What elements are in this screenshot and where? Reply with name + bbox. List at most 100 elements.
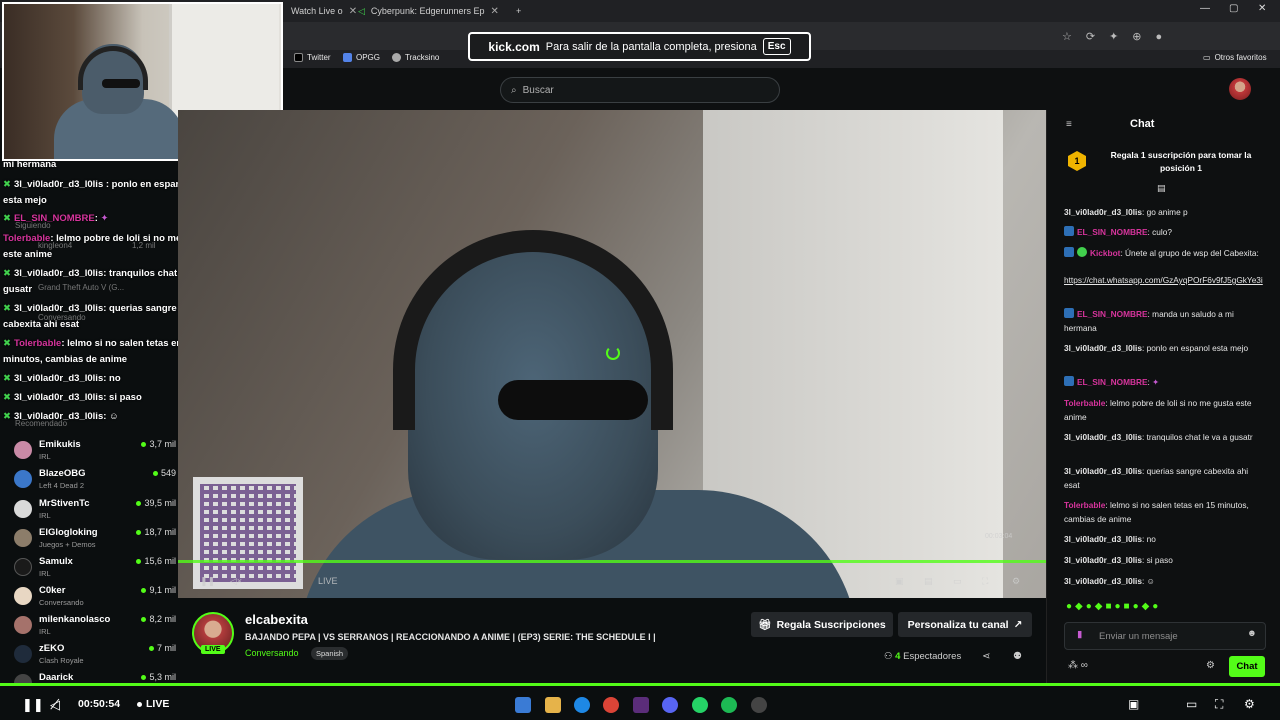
maximize-button[interactable]: ▢ [1229, 3, 1238, 14]
chat-title: Chat [1130, 118, 1155, 130]
chat-tools-icon[interactable]: ⁂ ∞ [1068, 660, 1088, 671]
pip-icon[interactable]: ▭ [1186, 697, 1197, 711]
settings-icon[interactable]: ⚙ [1244, 697, 1255, 711]
sidebar-channel[interactable]: Samulx IRL 15,6 mil [14, 556, 176, 584]
sidebar-channel[interactable]: zEKO Clash Royale 7 mil [14, 643, 176, 671]
volume-icon[interactable]: ◁× [230, 576, 242, 587]
pause-button[interactable]: ❚❚ [22, 697, 44, 713]
browser-toolbar-icons[interactable]: ☆⟳✦⊕● [1062, 30, 1176, 43]
bookmark-tracksino[interactable]: Tracksino [392, 53, 439, 62]
theater-mode-icon[interactable]: ▣ [1128, 697, 1139, 711]
settings-icon[interactable]: ⚙ [1012, 576, 1020, 587]
sidebar-channel[interactable]: ElGlogloking Juegos + Demos 18,7 mil [14, 527, 176, 555]
channel-avatar [14, 529, 32, 547]
channel-viewers: 5,3 mil [141, 672, 176, 682]
search-placeholder: Buscar [522, 84, 554, 96]
chat-link[interactable]: https://chat.whatsapp.com/GzAyqPOrF6v9fJ… [1064, 274, 1264, 288]
whatsapp-link[interactable]: https://chat.whatsapp.com/GzAyqPOrF6v9fJ… [1064, 275, 1263, 285]
sidebar-channel[interactable]: BlazeOBG Left 4 Dead 2 549 [14, 468, 176, 496]
channel-viewers: 8,2 mil [141, 614, 176, 624]
customize-channel-button[interactable]: Personaliza tu canal ↗ [898, 612, 1032, 637]
chrome-icon[interactable] [603, 697, 619, 713]
video-player[interactable]: 00:03:04 ❚❚ ◁× LIVE ▣ ▤ ▭ ⛶ ⚙ [178, 110, 1046, 598]
overlay-chat-line: ✖ 3l_vi0lad0r_d3_l0lis: ☺ [3, 409, 178, 425]
channel-avatar [14, 616, 32, 634]
chat-send-button[interactable]: Chat [1229, 656, 1265, 677]
chat-input-placeholder: Enviar un mensaje [1099, 630, 1178, 642]
sidebar-channel[interactable]: milenkanolasco IRL 8,2 mil [14, 614, 176, 642]
mute-button[interactable]: ◁̸ [50, 697, 60, 713]
spotify-icon[interactable] [721, 697, 737, 713]
channel-viewers: 3,7 mil [141, 439, 176, 449]
emote-bar[interactable]: ●◆●◆■●■●◆● [1066, 601, 1161, 612]
sidebar-channel[interactable]: MrStivenTc IRL 39,5 mil [14, 498, 176, 526]
bookmark-twitter[interactable]: Twitter [294, 53, 331, 62]
share-icon[interactable]: ⋖ [982, 651, 990, 662]
chat-user[interactable]: EL_SIN_NOMBRE [1077, 227, 1148, 237]
tab-close-icon[interactable]: ✕ [491, 6, 499, 17]
fullscreen-icon[interactable]: ⛶ [1215, 697, 1223, 712]
gift-subs-button[interactable]: 🎁︎ Regala Suscripciones [751, 612, 893, 637]
discord-icon[interactable] [662, 697, 678, 713]
chat-settings-icon[interactable]: ⚙ [1206, 660, 1215, 671]
chat-text: : si paso [1141, 555, 1173, 565]
whatsapp-icon[interactable] [692, 697, 708, 713]
overlay-chat-text: : si paso [103, 392, 142, 403]
live-badge: LIVE [201, 645, 225, 654]
chat-user[interactable]: EL_SIN_NOMBRE [1077, 309, 1148, 319]
stream-category[interactable]: Conversando [245, 648, 299, 658]
chat-user[interactable]: 3l_vi0lad0r_d3_l0lis [1064, 343, 1142, 353]
video-timestamp: 00:03:04 [985, 533, 1013, 540]
tracksino-icon [392, 53, 401, 62]
user-avatar[interactable] [1229, 78, 1251, 100]
overlay-chat-line: ✖ 3l_vi0lad0r_d3_l0lis: si paso [3, 390, 178, 406]
pause-icon[interactable]: ❚❚ [200, 576, 215, 587]
channel-name: ElGlogloking [39, 527, 98, 538]
verified-icon [1077, 247, 1087, 257]
language-tag[interactable]: Spanish [311, 647, 349, 660]
file-explorer-icon[interactable] [545, 697, 561, 713]
clip-icon[interactable]: ▤ [924, 576, 933, 587]
chat-user[interactable]: 3l_vi0lad0r_d3_l0lis [1064, 576, 1142, 586]
pip-icon[interactable]: ▣ [895, 576, 904, 587]
chat-user[interactable]: Tolerbable [1064, 500, 1105, 510]
chat-user[interactable]: EL_SIN_NOMBRE [1077, 377, 1148, 387]
chat-input[interactable]: ▮ Enviar un mensaje ☻ [1064, 622, 1266, 650]
search-input[interactable]: ⌕ Buscar [500, 77, 780, 103]
sidebar-channel[interactable]: Emikukis IRL 3,7 mil [14, 439, 176, 467]
close-window-button[interactable]: ✕ [1258, 3, 1266, 14]
twitch-icon[interactable] [633, 697, 649, 713]
chat-user[interactable]: 3l_vi0lad0r_d3_l0lis [1064, 432, 1142, 442]
channel-viewers: 15,6 mil [136, 556, 176, 566]
new-tab-button[interactable]: + [508, 2, 529, 20]
emoji-icon[interactable]: ☻ [1247, 628, 1257, 639]
chat-user[interactable]: 3l_vi0lad0r_d3_l0lis [1064, 466, 1142, 476]
gift-leaderboard-banner[interactable]: 1 Regala 1 suscripción para tomar la pos… [1056, 145, 1272, 183]
windows-start-icon[interactable] [515, 697, 531, 713]
chat-user[interactable]: 3l_vi0lad0r_d3_l0lis [1064, 555, 1142, 565]
live-indicator: LIVE [318, 576, 338, 586]
minimize-button[interactable]: — [1200, 3, 1210, 14]
collapse-chat-icon[interactable]: ≡ [1066, 119, 1072, 130]
fullscreen-icon[interactable]: ⛶ [982, 576, 988, 587]
bookmark-opgg[interactable]: OPGG [343, 53, 380, 62]
chat-user[interactable]: 3l_vi0lad0r_d3_l0lis [1064, 207, 1142, 217]
chat-user[interactable]: 3l_vi0lad0r_d3_l0lis [1064, 534, 1142, 544]
obs-icon[interactable] [751, 697, 767, 713]
chat-user[interactable]: Tolerbable [1064, 398, 1105, 408]
theater-icon[interactable]: ▭ [953, 576, 962, 587]
follow-icon[interactable]: ⚉ [1013, 651, 1022, 662]
channel-name[interactable]: elcabexita [245, 612, 308, 627]
other-bookmarks[interactable]: ▭ Otros favoritos [1203, 53, 1267, 62]
sidebar-channel[interactable]: C0ker Conversando 9,1 mil [14, 585, 176, 613]
overlay-chat-user: 3l_vi0lad0r_d3_l0lis [13, 303, 104, 314]
kick-icon: ✖ [3, 338, 11, 349]
video-progress-bar[interactable] [178, 560, 1046, 563]
chat-message: 3l_vi0lad0r_d3_l0lis: no [1064, 533, 1264, 547]
badge-icon [1064, 308, 1074, 318]
chat-user[interactable]: Kickbot [1090, 248, 1120, 258]
chat-message: 3l_vi0lad0r_d3_l0lis: ☺ [1064, 575, 1264, 589]
edge-icon[interactable] [574, 697, 590, 713]
browser-tab[interactable]: ◁ Cyberpunk: Edgerunners Ep ✕ [350, 2, 507, 20]
player-progress-bar[interactable] [0, 683, 1280, 686]
